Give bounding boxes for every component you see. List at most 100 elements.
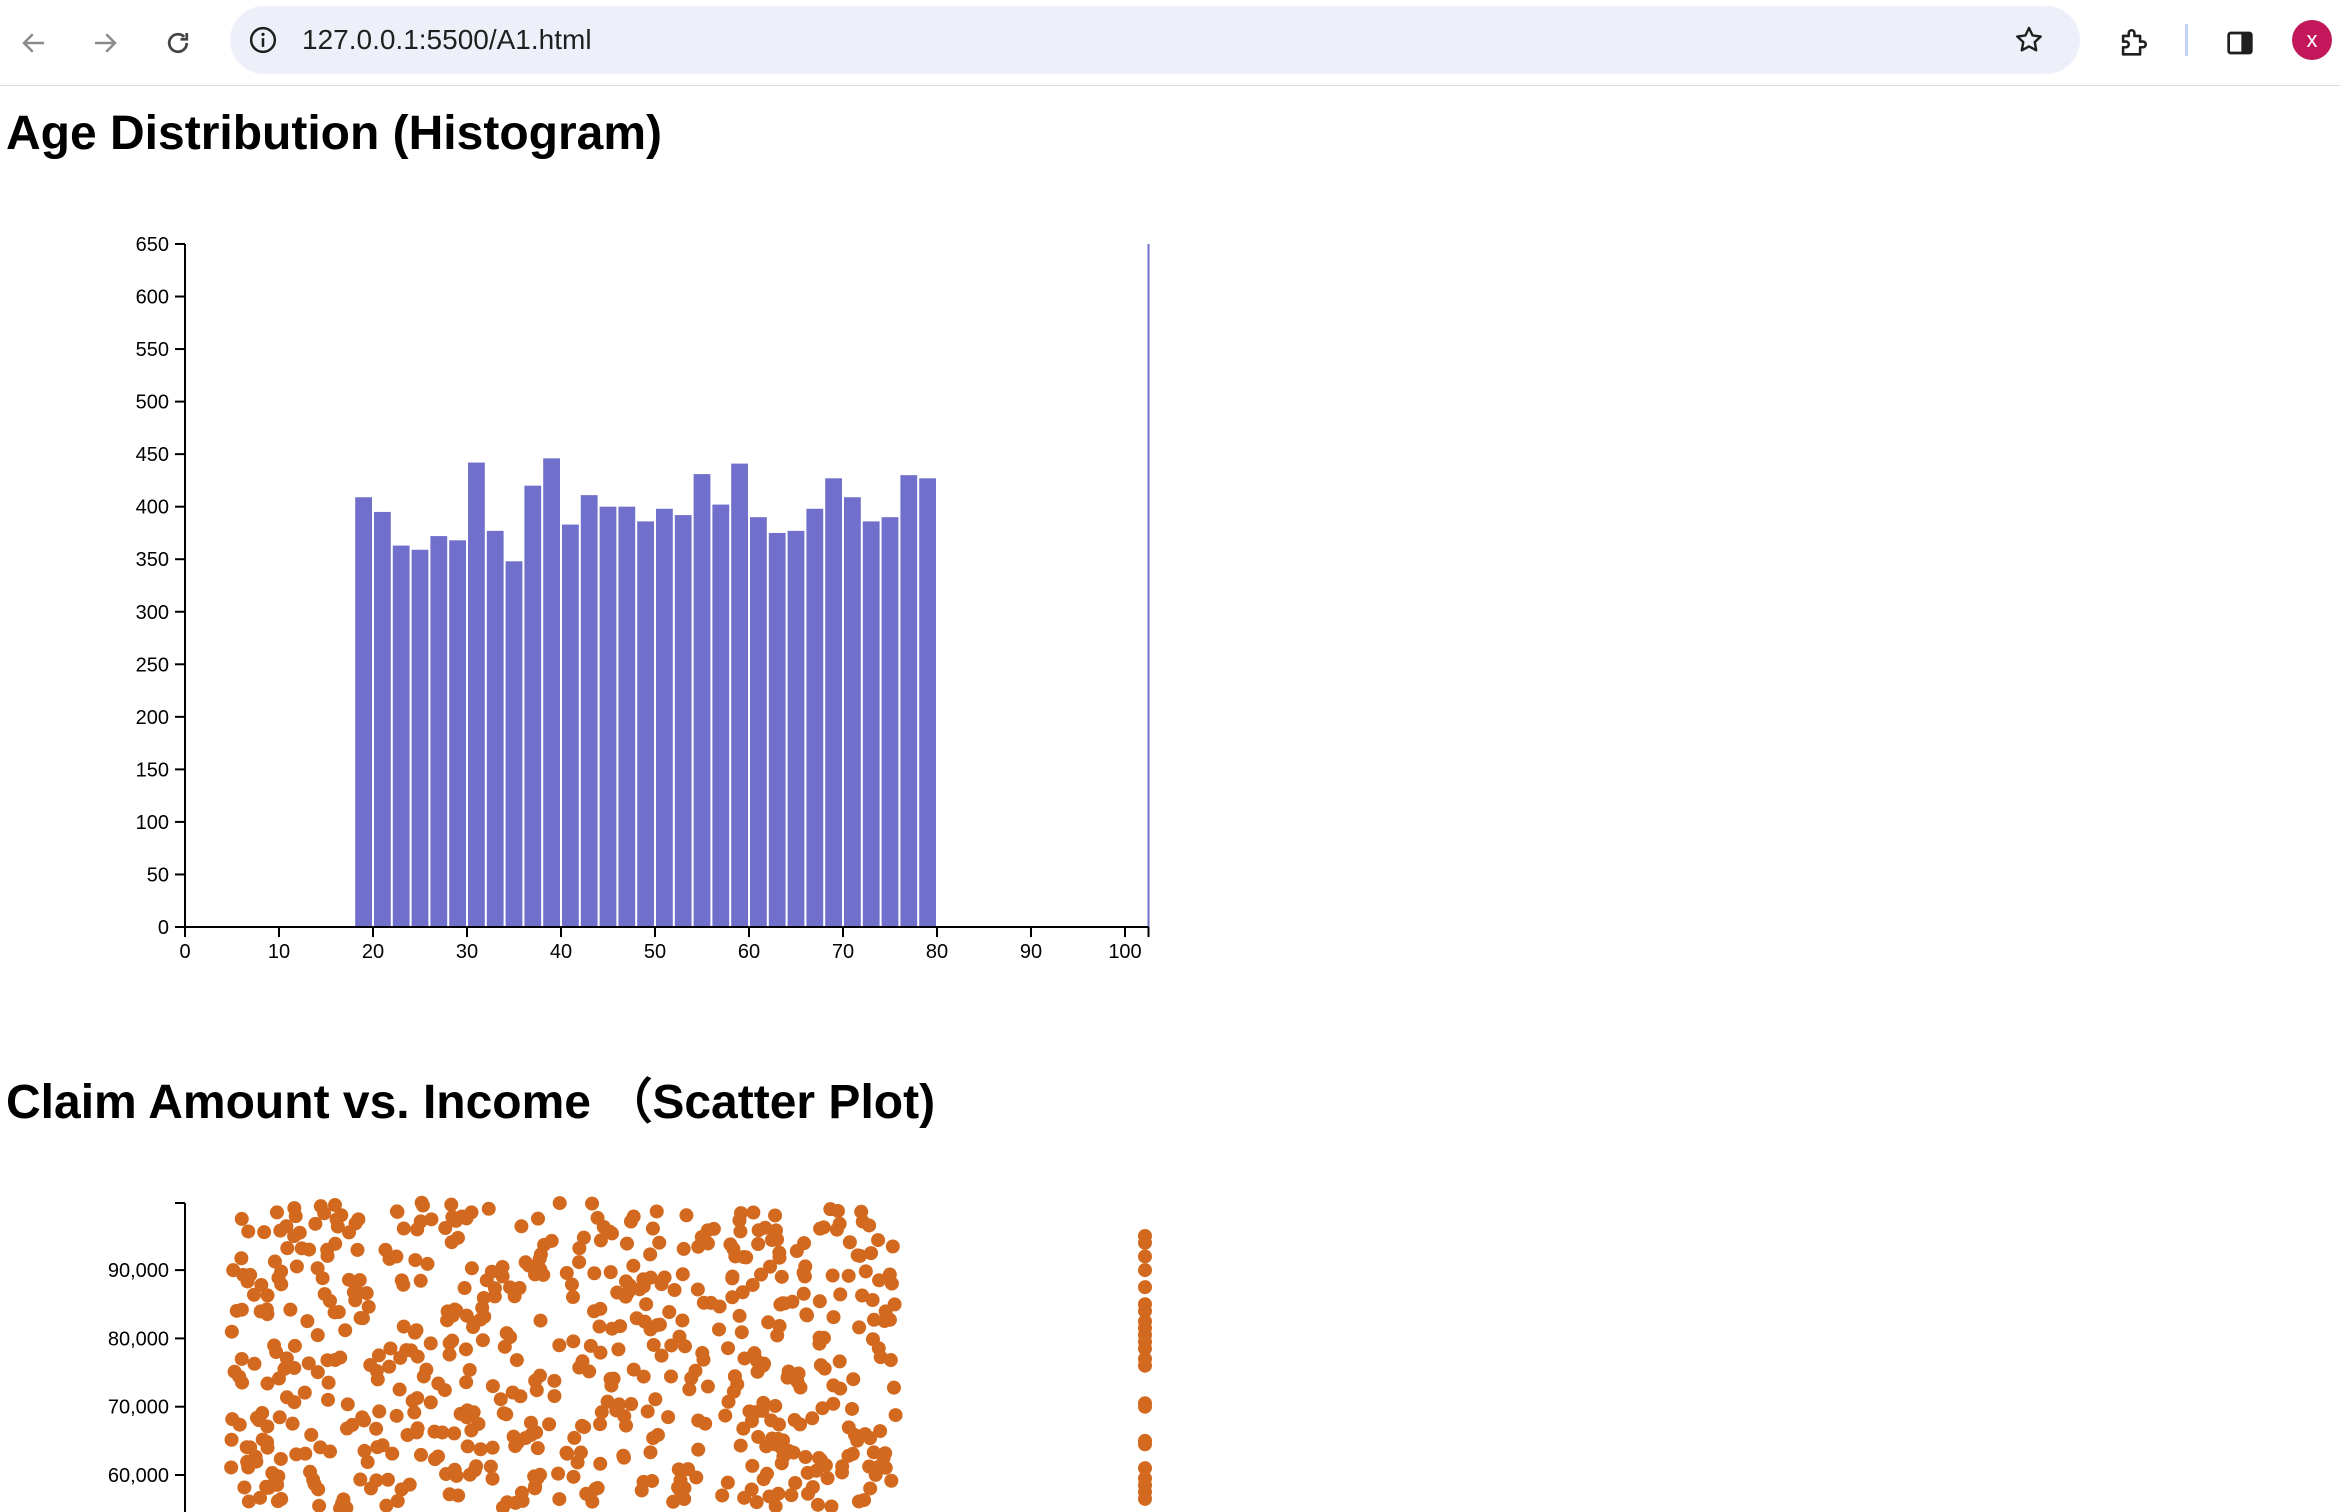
scatter-point [855,1288,870,1303]
histogram-bar [355,497,372,927]
scatter-point [224,1324,239,1339]
scatter-point [634,1483,649,1498]
scatter-point [566,1334,581,1349]
scatter-point [611,1342,626,1357]
y-tick-label: 60,000 [108,1465,169,1487]
scatter-point [604,1378,619,1393]
scatter-point [770,1328,785,1343]
scatter-point [413,1273,428,1288]
scatter-point [590,1481,605,1496]
scatter-point [796,1286,811,1301]
scatter-point [796,1265,811,1280]
scatter-point [1138,1263,1152,1278]
scatter-point [619,1236,634,1251]
histogram-heading: Age Distribution (Histogram) [6,107,662,160]
profile-avatar[interactable]: x [2292,20,2332,60]
scatter-point [688,1363,703,1378]
scatter-point [675,1267,690,1282]
scatter-point [338,1323,353,1338]
scatter-point [363,1481,378,1496]
reload-button[interactable] [148,13,208,73]
scatter-point [886,1380,901,1395]
scatter-point [637,1314,652,1329]
scatter-point [224,1460,239,1475]
url-text[interactable]: 127.0.0.1:5500/A1.html [302,6,592,74]
scatter-point [690,1282,705,1297]
scatter-point [825,1268,840,1283]
scatter-point [559,1445,574,1460]
forward-arrow-icon [95,33,117,53]
scatter-point [514,1219,529,1234]
scatter-point [797,1236,812,1251]
scatter-point [302,1242,317,1257]
scatter-point [372,1404,387,1419]
histogram-bar [580,495,598,927]
scatter-point [832,1354,847,1369]
histogram-bar [881,517,899,927]
scatter-point [527,1267,542,1282]
scatter-point [267,1254,282,1269]
y-tick-label: 100 [136,812,169,834]
scatter-point [612,1397,627,1412]
scatter-point [863,1481,878,1496]
scatter-point [389,1408,404,1423]
scatter-point [495,1269,510,1284]
y-tick-label: 150 [136,759,169,781]
scatter-point [565,1290,580,1305]
scatter-point [246,1287,261,1302]
scatter-point [473,1442,488,1457]
scatter-point [348,1293,363,1308]
scatter-point [592,1319,607,1334]
scatter-point [764,1233,779,1248]
scatter-point [529,1383,544,1398]
scatter-point [784,1488,799,1503]
histogram-bar [486,530,504,927]
y-tick-label: 650 [136,234,169,256]
address-bar[interactable]: 127.0.0.1:5500/A1.html [230,6,2080,74]
scatter-point [234,1302,249,1317]
scatter-point [626,1258,641,1273]
scatter-point [460,1403,475,1418]
scatter-point [734,1325,749,1340]
site-info-icon[interactable] [248,25,278,55]
scatter-point [241,1224,256,1239]
extensions-button[interactable] [2103,13,2163,73]
scatter-point [269,1205,284,1220]
back-button[interactable] [4,13,64,73]
histogram-bar [844,497,861,927]
star-icon[interactable] [2013,24,2045,56]
scatter-point [234,1211,249,1226]
scatter-point [632,1282,647,1297]
scatter-point [420,1256,435,1271]
scatter-point [810,1497,825,1512]
scatter-point [871,1233,886,1248]
scatter-point [864,1246,879,1261]
scatter-point [774,1269,789,1284]
histogram-bar [712,504,730,927]
scatter-point [542,1417,557,1432]
scatter-point [646,1337,661,1352]
histogram-bar [806,508,824,927]
scatter-point [772,1250,787,1265]
histogram-chart: 0 50 100 150 200 250 300 350 400 450 500 550 600 650 0… [136,234,1150,963]
scatter-point [888,1408,903,1423]
scatter-point [768,1398,783,1413]
scatter-point [375,1438,390,1453]
histogram-bar [374,511,391,927]
scatter-point [464,1261,479,1276]
scatter-point [775,1296,790,1311]
scatter-point [285,1416,300,1431]
histogram-bar [468,462,485,927]
scatter-point [884,1473,899,1488]
scatter-point [499,1407,514,1422]
x-tick-label: 100 [1108,941,1141,963]
side-panel-button[interactable] [2210,13,2270,73]
histogram-bar [392,545,410,927]
scatter-point [1138,1280,1152,1295]
forward-button[interactable] [75,13,135,73]
scatter-point [272,1410,287,1425]
scatter-point [459,1375,474,1390]
scatter-point [392,1382,407,1397]
scatter-point [700,1236,715,1251]
scatter-point [788,1476,803,1490]
